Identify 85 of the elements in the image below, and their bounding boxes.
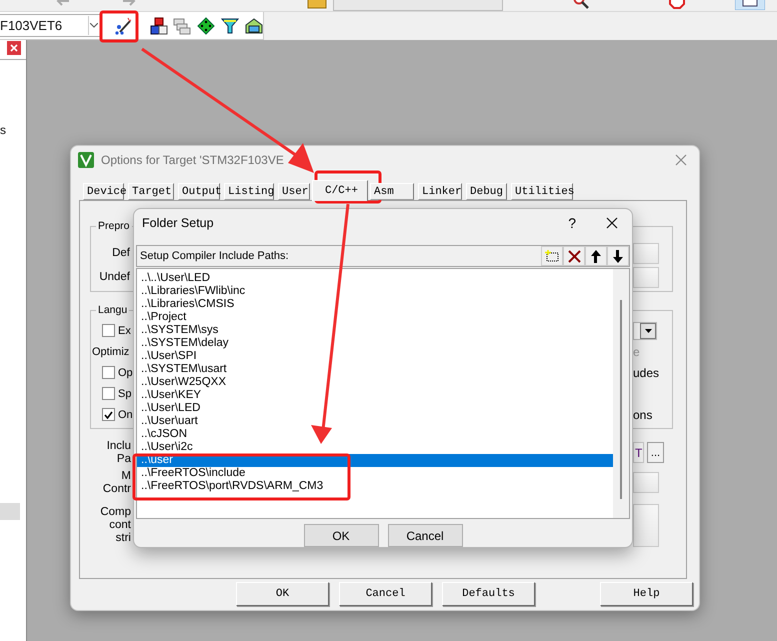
- help-button[interactable]: ?: [568, 215, 576, 231]
- stacked-windows-icon[interactable]: [173, 16, 191, 34]
- app-logo-icon: [78, 152, 94, 168]
- path-item[interactable]: ..\FreeRTOS\include: [137, 467, 613, 480]
- path-item[interactable]: ..\Project: [137, 311, 613, 324]
- package-icon[interactable]: [245, 16, 263, 34]
- up-arrow-icon: [591, 250, 601, 262]
- tab[interactable]: User: [278, 183, 310, 200]
- field-label: Undef: [98, 270, 131, 284]
- path-item[interactable]: ..\..\User\LED: [137, 272, 613, 285]
- browse-button[interactable]: ...: [647, 442, 664, 463]
- option-label: e: [633, 344, 640, 358]
- input-field[interactable]: [633, 472, 659, 493]
- input-field[interactable]: [633, 504, 659, 547]
- tree-row-highlight: [0, 503, 20, 520]
- move-down-button[interactable]: [607, 246, 629, 266]
- checkbox[interactable]: [102, 366, 115, 379]
- tab[interactable]: Output: [178, 183, 220, 200]
- path-item[interactable]: ..\User\KEY: [137, 389, 613, 402]
- dialog-button[interactable]: OK: [236, 582, 329, 606]
- tab[interactable]: Debug: [466, 183, 507, 200]
- new-folder-icon: [545, 250, 559, 262]
- path-item[interactable]: ..\User\i2c: [137, 441, 613, 454]
- scrollbar-thumb[interactable]: [620, 300, 622, 499]
- checkbox[interactable]: [102, 387, 115, 400]
- path-item[interactable]: ..\Libraries\FWlib\inc: [137, 285, 613, 298]
- field-label: Comp cont stri: [99, 506, 132, 545]
- window-title: Options for Target 'STM32F103VE: [101, 152, 285, 166]
- dialog-button[interactable]: Help: [600, 582, 693, 606]
- panel-text: s: [0, 123, 7, 137]
- tab[interactable]: Device: [83, 183, 124, 200]
- path-item[interactable]: ..\cJSON: [137, 428, 613, 441]
- path-item[interactable]: ..\User\LED: [137, 402, 613, 415]
- field-label: Inclu Pa: [106, 440, 132, 466]
- tab[interactable]: Utilities: [511, 183, 573, 200]
- path-item[interactable]: ..\SYSTEM\delay: [137, 337, 613, 350]
- highlight-rectangle: [100, 10, 138, 42]
- chevron-down-icon: [90, 23, 98, 28]
- path-item[interactable]: ..\User\uart: [137, 415, 613, 428]
- option-label: udes: [633, 366, 660, 380]
- group-label: Prepro: [97, 220, 131, 232]
- delete-icon: [568, 250, 580, 262]
- field-label: Def: [111, 246, 131, 260]
- path-item[interactable]: ..\FreeRTOS\port\RVDS\ARM_CM3: [137, 480, 613, 493]
- path-item[interactable]: ..\User\W25QXX: [137, 376, 613, 389]
- dialog-button[interactable]: OK: [304, 524, 378, 547]
- checkbox[interactable]: [102, 408, 115, 421]
- dialog-button[interactable]: Cancel: [388, 524, 462, 547]
- caret-icon: [644, 328, 652, 332]
- path-item[interactable]: ..\SYSTEM\usart: [137, 363, 613, 376]
- checkbox-label: On: [118, 408, 133, 420]
- checkbox-label: Op: [118, 366, 133, 378]
- move-up-button[interactable]: [585, 246, 607, 266]
- checkbox-label: Sp: [118, 388, 132, 400]
- magic-wand-icon[interactable]: [115, 16, 133, 34]
- funnel-icon[interactable]: [221, 16, 239, 34]
- option-label: ons: [633, 408, 652, 422]
- close-icon[interactable]: [606, 217, 618, 229]
- stacked-boxes-icon[interactable]: [150, 16, 168, 34]
- tab[interactable]: Target: [128, 183, 174, 200]
- dialog-title: Folder Setup: [142, 216, 215, 230]
- new-folder-button[interactable]: [541, 246, 563, 266]
- diamond-icon[interactable]: [197, 16, 215, 34]
- target-combo[interactable]: F103VET6: [0, 14, 101, 37]
- path-item[interactable]: ..\User\SPI: [137, 350, 613, 363]
- group-label: Langu: [97, 304, 128, 316]
- dialog-button[interactable]: Cancel: [339, 582, 432, 606]
- input-field[interactable]: [633, 266, 659, 288]
- field-label: M Contr: [102, 470, 132, 496]
- dialog-button[interactable]: Defaults: [442, 582, 535, 606]
- input-field[interactable]: T: [633, 442, 644, 463]
- input-field[interactable]: [633, 242, 659, 264]
- tab[interactable]: Listing: [224, 183, 274, 200]
- field-label: Optimiz: [92, 346, 130, 358]
- dropdown[interactable]: [633, 322, 657, 340]
- tab[interactable]: C/C++: [312, 180, 368, 201]
- path-item[interactable]: ..\SYSTEM\sys: [137, 324, 613, 337]
- down-arrow-icon: [613, 250, 623, 262]
- delete-button[interactable]: [563, 246, 585, 266]
- header-label: Setup Compiler Include Paths:: [140, 250, 290, 262]
- checkbox-label: Ex: [118, 324, 131, 336]
- checkbox[interactable]: [102, 324, 115, 337]
- tab[interactable]: Asm: [370, 183, 414, 200]
- path-item[interactable]: ..\Libraries\CMSIS: [137, 298, 613, 311]
- tab[interactable]: Linker: [418, 183, 462, 200]
